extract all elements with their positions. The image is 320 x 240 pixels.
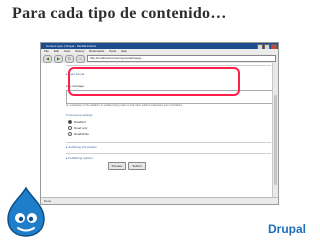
slide-title: Para cada tipo de contenido… (12, 5, 227, 22)
address-bar[interactable]: http://localhost/content/types/add/page (87, 55, 276, 62)
forward-arrow-icon[interactable]: ▶ (54, 54, 63, 63)
preview-button[interactable]: Preview (108, 162, 126, 170)
comment-settings-legend: Comment settings (68, 113, 93, 117)
menu-help[interactable]: Help (121, 49, 127, 53)
radio-option-read-only[interactable]: Read only (68, 126, 88, 131)
divider (66, 153, 271, 154)
home-icon[interactable]: ⌂ (76, 54, 85, 63)
radio-icon[interactable] (68, 126, 72, 131)
menu-edit[interactable]: Edit (54, 49, 59, 53)
window-title: Content type | Drupal - Mozilla Firefox (46, 44, 97, 48)
drupal-wordmark: Drupal (268, 222, 307, 236)
comment-settings-fieldset[interactable]: ▾ Comment settings (66, 113, 93, 117)
radio-icon[interactable] (68, 132, 72, 137)
scrollbar-thumb[interactable] (274, 95, 277, 185)
status-bar: Done (41, 197, 278, 204)
publishing-options-fieldset[interactable]: ▸ Publishing options (66, 156, 93, 160)
menu-bookmarks[interactable]: Bookmarks (89, 49, 104, 53)
comment-settings-highlight (68, 67, 240, 96)
back-arrow-icon[interactable]: ◀ (43, 54, 52, 63)
radio-option-disabled[interactable]: Disabled (68, 120, 86, 125)
menu-file[interactable]: File (44, 49, 49, 53)
log-message-description: An explanation of the additions or updat… (66, 104, 183, 107)
menu-view[interactable]: View (64, 49, 70, 53)
divider (66, 142, 271, 143)
minimize-button[interactable] (257, 44, 263, 49)
radio-icon[interactable] (68, 120, 72, 125)
menu-history[interactable]: History (75, 49, 84, 53)
window-controls (257, 44, 277, 49)
maximize-button[interactable] (264, 44, 270, 49)
drupal-drop-logo-icon (7, 186, 45, 237)
reload-icon[interactable]: ↻ (65, 54, 74, 63)
submit-button[interactable]: Submit (128, 162, 146, 170)
close-button[interactable] (271, 44, 277, 49)
vertical-scrollbar[interactable] (272, 63, 278, 198)
menu-tools[interactable]: Tools (109, 49, 116, 53)
window-titlebar: Content type | Drupal - Mozilla Firefox (41, 43, 278, 49)
radio-option-read-write[interactable]: Read/Write (68, 132, 89, 137)
authoring-information-fieldset[interactable]: ▸ Authoring information (66, 145, 97, 149)
divider (66, 65, 271, 66)
